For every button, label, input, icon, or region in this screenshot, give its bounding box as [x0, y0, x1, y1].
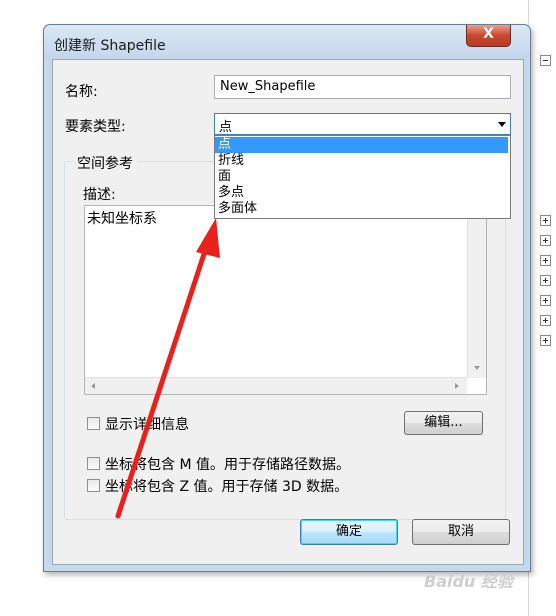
annotation-arrow: [115, 218, 220, 519]
baidu-watermark: Baidu 经验: [424, 572, 513, 591]
arrow-shaft: [115, 245, 209, 519]
arrow-head: [196, 218, 220, 258]
